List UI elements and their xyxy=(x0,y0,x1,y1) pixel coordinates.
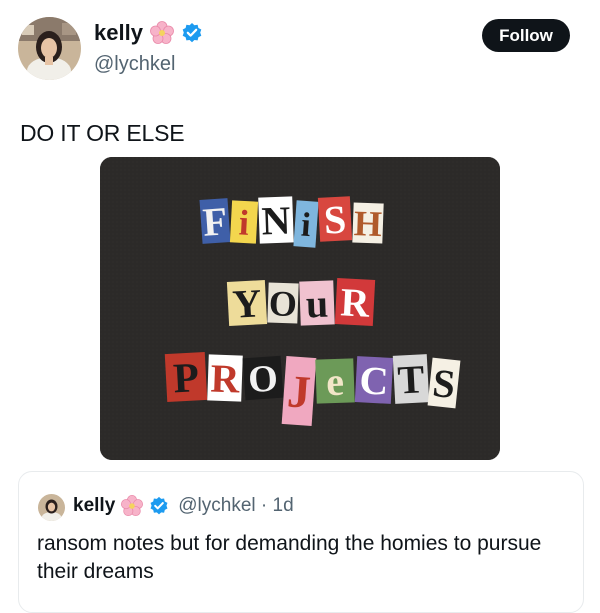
letter-cutout-finish-3: N xyxy=(258,196,294,244)
letter-glyph: u xyxy=(305,281,329,327)
avatar-image xyxy=(18,17,81,80)
letter-cutout-projects-3: O xyxy=(242,355,284,401)
letter-cutout-projects-1: P xyxy=(164,351,208,402)
quoted-handle-time[interactable]: @lychkel · 1d xyxy=(178,495,293,517)
letter-glyph: C xyxy=(358,357,389,403)
author-handle[interactable]: @lychkel xyxy=(94,53,175,76)
letter-glyph: F xyxy=(201,198,229,245)
letter-cutout-projects-4: J xyxy=(281,356,317,426)
letter-glyph: i xyxy=(238,202,250,242)
letter-cutout-finish-4: i xyxy=(293,200,319,248)
letter-cutout-projects-5: e xyxy=(315,358,355,404)
quoted-name[interactable]: kelly xyxy=(73,495,115,517)
letter-glyph: e xyxy=(325,359,344,405)
tweet-text: DO IT OR ELSE xyxy=(20,120,185,146)
follow-button[interactable]: Follow xyxy=(482,19,570,52)
letter-cutout-your-2: O xyxy=(267,282,299,324)
author-name-row: kelly xyxy=(94,20,203,46)
verified-badge-icon xyxy=(181,22,203,44)
letter-glyph: S xyxy=(323,196,348,242)
letter-glyph: R xyxy=(339,279,371,326)
letter-cutout-finish-5: S xyxy=(317,196,353,243)
letter-glyph: Y xyxy=(231,280,262,326)
letter-cutout-projects-7: T xyxy=(392,354,430,404)
author-name[interactable]: kelly xyxy=(94,20,143,46)
cherry-blossom-icon xyxy=(120,494,144,518)
letter-glyph: H xyxy=(353,203,382,244)
quoted-tweet[interactable]: kelly @lychkel · 1d ransom notes but for… xyxy=(18,471,584,613)
quoted-text: ransom notes but for demanding the homie… xyxy=(37,532,542,583)
letter-glyph: N xyxy=(261,198,292,244)
letter-glyph: J xyxy=(286,365,313,417)
verified-badge-icon xyxy=(149,496,169,516)
quoted-header: kelly @lychkel · 1d xyxy=(73,494,294,518)
letter-glyph: O xyxy=(247,357,279,401)
letter-cutout-your-4: R xyxy=(334,278,376,326)
letter-cutout-finish-1: F xyxy=(199,198,231,245)
letter-cutout-projects-8: S xyxy=(427,357,461,409)
letter-cutout-projects-2: R xyxy=(207,354,243,402)
letter-glyph: P xyxy=(172,355,200,402)
letter-cutout-projects-6: C xyxy=(354,356,394,404)
letter-cutout-finish-6: H xyxy=(352,202,384,244)
letter-glyph: S xyxy=(431,360,458,407)
letter-glyph: O xyxy=(268,283,297,324)
quoted-avatar[interactable] xyxy=(38,494,65,521)
letter-cutout-your-1: Y xyxy=(226,280,268,327)
letter-cutout-your-3: u xyxy=(299,280,335,326)
letter-glyph: T xyxy=(397,356,426,402)
letter-glyph: R xyxy=(210,356,242,402)
tweet-image[interactable]: FiNiSHYOuRPROJeCTS xyxy=(100,157,500,460)
quoted-avatar-image xyxy=(38,494,65,521)
ransom-note-graphic: Fi Ni S HY Ou RP R O Je C T S xyxy=(100,157,500,460)
cherry-blossom-icon xyxy=(149,20,175,46)
author-avatar[interactable] xyxy=(18,17,81,80)
letter-cutout-finish-2: i xyxy=(229,200,259,244)
